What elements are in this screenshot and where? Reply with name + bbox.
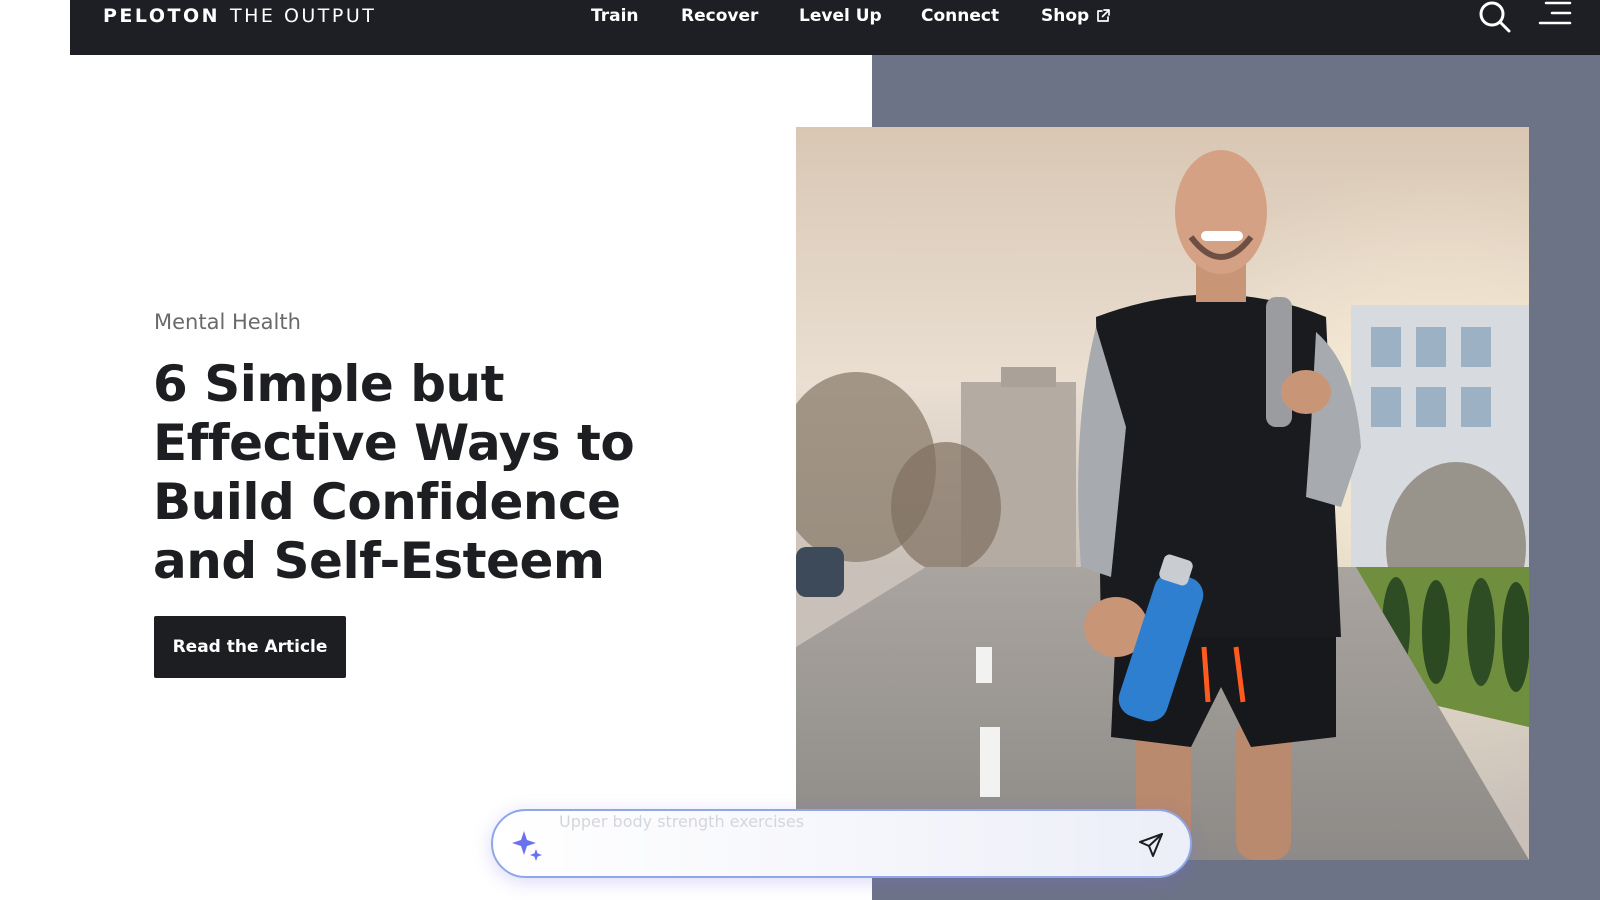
external-link-icon — [1097, 9, 1111, 22]
brand-subtitle: THE OUTPUT — [230, 5, 377, 27]
article-headline: 6 Simple but Effective Ways to Build Con… — [153, 355, 635, 590]
nav-link-shop-label: Shop — [1041, 6, 1090, 26]
nav-link-shop[interactable]: Shop — [1041, 4, 1111, 28]
nav-link-train[interactable]: Train — [591, 4, 639, 28]
menu-button[interactable] — [1538, 0, 1572, 28]
article-category[interactable]: Mental Health — [154, 310, 301, 334]
top-navigation: PELOTON THE OUTPUT Train Recover Level U… — [70, 0, 1600, 55]
ai-search-input[interactable] — [557, 811, 1117, 831]
nav-link-connect[interactable]: Connect — [921, 4, 999, 28]
search-button[interactable] — [1478, 0, 1512, 34]
send-icon — [1139, 833, 1163, 857]
brand-logo[interactable]: PELOTON THE OUTPUT — [103, 4, 376, 28]
ai-search-bar — [491, 809, 1192, 878]
nav-link-recover[interactable]: Recover — [681, 4, 758, 28]
menu-icon — [1538, 1, 1572, 25]
search-icon — [1479, 1, 1511, 33]
runner-photo — [796, 127, 1529, 860]
nav-link-level-up[interactable]: Level Up — [799, 4, 882, 28]
read-article-button[interactable]: Read the Article — [154, 616, 346, 678]
page: PELOTON THE OUTPUT Train Recover Level U… — [0, 0, 1600, 900]
sparkle-icon — [512, 831, 542, 861]
send-button[interactable] — [1137, 831, 1165, 859]
brand-name: PELOTON — [103, 5, 220, 27]
hero-image — [796, 127, 1529, 860]
